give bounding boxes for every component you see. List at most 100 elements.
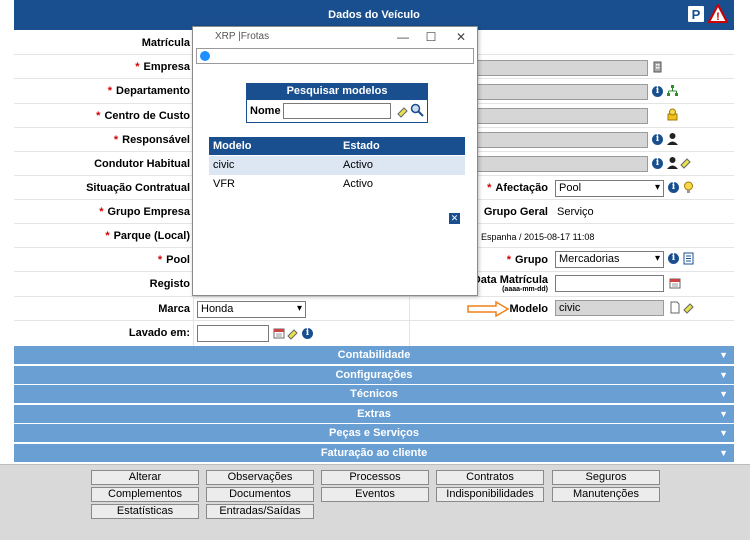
seguros-button[interactable]: Seguros [552,470,660,485]
row-estado: Activo [343,159,373,171]
label-grupo-empresa: * Grupo Empresa [14,206,190,218]
label-departamento: * Departamento [14,85,190,97]
required-icon: * [157,254,163,266]
table-row[interactable]: VFR Activo [209,175,465,194]
eraser-icon[interactable] [682,301,695,314]
modelo-value: civic [559,302,581,314]
label-modelo: Modelo [509,303,549,315]
info-icon[interactable]: i [652,158,663,169]
processos-button[interactable]: Processos [321,470,429,485]
afectacao-value: Pool [559,182,582,194]
maximize-icon[interactable]: ☐ [421,28,441,46]
label-pool: * Pool [14,254,190,266]
marca-select[interactable]: Honda ▾ [197,301,306,318]
label-pool-text: Pool [166,254,190,266]
label-grupo-empresa-text: Grupo Empresa [107,206,190,218]
chevron-down-icon: ▼ [719,370,728,380]
lavado-input[interactable] [197,325,269,342]
section-label: Extras [357,408,391,420]
empresa-field[interactable] [470,60,648,76]
info-icon[interactable]: i [668,253,679,264]
calendar-icon[interactable] [272,327,285,340]
centro-custo-field[interactable] [470,108,648,124]
marca-value: Honda [201,303,234,315]
departamento-field[interactable] [470,84,648,100]
alterar-button[interactable]: Alterar [91,470,199,485]
entradas-saidas-button[interactable]: Entradas/Saídas [206,504,314,519]
search-icon[interactable] [410,103,424,120]
lightbulb-icon[interactable] [682,181,695,194]
contratos-button[interactable]: Contratos [436,470,544,485]
label-responsavel-text: Responsável [122,134,190,146]
chevron-down-icon: ▾ [654,182,660,193]
complementos-button[interactable]: Complementos [91,487,199,502]
document-icon[interactable] [668,301,681,314]
modelo-field[interactable]: civic [555,300,664,316]
data-matricula-input[interactable] [555,275,664,292]
svg-text:!: ! [716,11,720,23]
building-icon[interactable] [651,60,664,73]
label-matricula: Matrícula [141,37,190,49]
section-label: Configurações [335,369,413,381]
info-icon[interactable]: i [652,134,663,145]
info-icon[interactable]: i [652,86,663,97]
section-tecnicos[interactable]: Técnicos ▼ [14,385,734,404]
label-lavado: Lavado em: [128,327,190,339]
section-extras[interactable]: Extras ▼ [14,405,734,424]
results-header: Modelo Estado [209,137,465,155]
parque-info: , Espanha / 2015-08-17 11:08 [476,232,595,242]
condutor-field[interactable] [470,156,648,172]
model-search-window: XRP |Frotas — ☐ ✕ Pesquisar modelos Nome… [192,26,478,296]
label-departamento-text: Departamento [116,85,190,97]
parking-icon[interactable]: P [686,4,706,24]
search-title: Pesquisar modelos [246,83,428,99]
eventos-button[interactable]: Eventos [321,487,429,502]
vehicle-data-page: Dados do Veículo P ! Matrícula * Empresa … [0,0,750,540]
info-icon[interactable]: i [668,182,679,193]
required-icon: * [113,134,119,146]
section-contabilidade[interactable]: Contabilidade ▼ [14,346,734,365]
close-icon[interactable]: ✕ [451,28,471,46]
grupo-geral-value: Serviço [557,206,594,218]
close-results-icon[interactable]: ✕ [449,213,460,224]
manutencoes-button[interactable]: Manutenções [552,487,660,502]
documentos-button[interactable]: Documentos [206,487,314,502]
observacoes-button[interactable]: Observações [206,470,314,485]
address-bar[interactable] [196,48,474,64]
eraser-icon[interactable] [679,156,692,169]
warning-icon[interactable]: ! [707,2,729,24]
cost-center-icon[interactable] [666,108,679,121]
driver-icon[interactable] [666,156,679,169]
row-modelo: VFR [213,178,235,190]
label-afectacao-text: Afectação [495,182,548,194]
estatisticas-button[interactable]: Estatísticas [91,504,199,519]
afectacao-select[interactable]: Pool ▾ [555,180,664,197]
section-pecas-servicos[interactable]: Peças e Serviços ▼ [14,424,734,443]
org-chart-icon[interactable] [666,84,679,97]
calendar-icon[interactable] [668,277,681,290]
responsavel-field[interactable] [470,132,648,148]
required-icon: * [105,230,110,242]
minimize-icon[interactable]: — [393,28,413,46]
label-centro-custo: * Centro de Custo [14,110,190,122]
label-responsavel: * Responsável [14,134,190,146]
grupo-select[interactable]: Mercadorias ▾ [555,251,664,268]
label-registo: Registo [149,278,190,290]
info-icon[interactable]: i [302,328,313,339]
chevron-down-icon: ▼ [719,389,728,399]
table-row[interactable]: civic Activo [209,156,465,175]
eraser-icon[interactable] [286,327,299,340]
list-icon[interactable] [682,252,695,265]
section-label: Contabilidade [337,349,411,361]
chevron-down-icon: ▾ [296,303,302,314]
user-icon[interactable] [666,132,679,145]
chevron-down-icon: ▼ [719,409,728,419]
label-empresa-text: Empresa [143,61,190,73]
section-faturacao[interactable]: Faturação ao cliente ▼ [14,444,734,463]
indisponibilidades-button[interactable]: Indisponibilidades [436,487,544,502]
section-configuracoes[interactable]: Configurações ▼ [14,366,734,385]
label-parque-text: Parque (Local) [113,230,190,242]
label-parque: * Parque (Local) [14,230,190,242]
eraser-icon[interactable] [396,105,409,121]
name-input[interactable] [283,103,391,119]
